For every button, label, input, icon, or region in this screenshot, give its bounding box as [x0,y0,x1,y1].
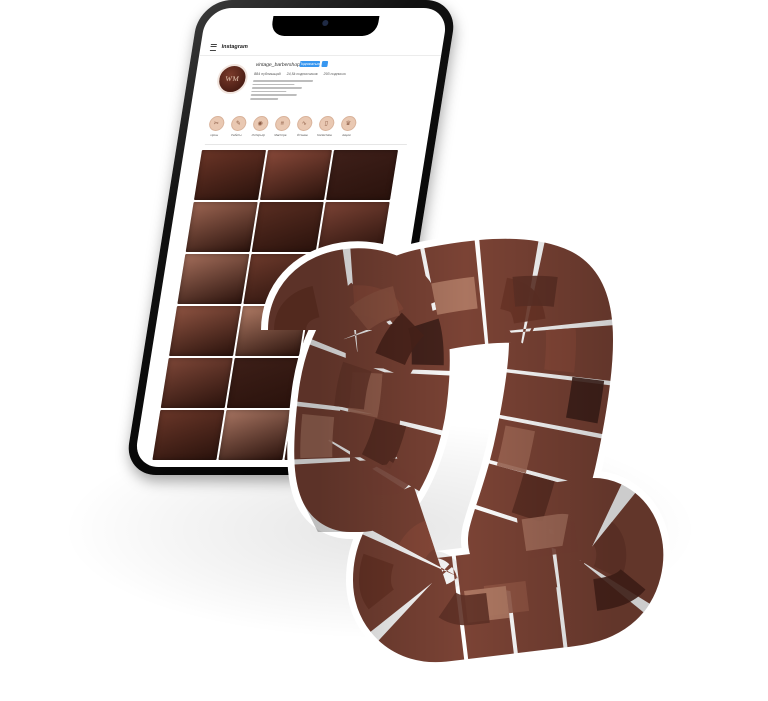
profile-stats: 884 публикаций 24,5k подписчиков 293 под… [254,72,346,76]
following-count[interactable]: 293 подписок [323,72,346,76]
bio-line [252,80,313,82]
post-thumbnail[interactable] [260,150,332,200]
phone-mockup: Instagram WM vintage_barbershop Подписат… [124,0,458,475]
menu-icon[interactable] [209,43,218,51]
post-thumbnail[interactable] [235,306,308,356]
app-title: Instagram [221,44,249,50]
app-header: Instagram [209,40,433,54]
post-thumbnail[interactable] [309,254,382,304]
post-thumbnail[interactable] [301,306,374,356]
more-options-button[interactable] [321,61,329,67]
mustache-icon: ∿ [295,116,313,131]
story-highlight-label: Отзывы [296,133,309,137]
phone-notch [270,16,380,36]
tabs-divider [204,144,407,145]
avatar[interactable]: WM [214,64,250,94]
bio-line [251,87,303,89]
post-thumbnail[interactable] [152,410,225,460]
header-divider [199,55,442,56]
post-thumbnail[interactable] [160,358,233,408]
story-highlight[interactable]: ≡ Мастера [271,116,291,144]
phone-screen: Instagram WM vintage_barbershop Подписат… [133,8,449,467]
username: vintage_barbershop [255,62,301,68]
follow-button[interactable]: Подписаться [299,61,321,67]
post-thumbnail[interactable] [326,150,398,200]
story-highlight[interactable]: ▯ Косметика [315,116,335,144]
crown-icon: ♛ [339,116,357,131]
profile-header: WM vintage_barbershop Подписаться 884 пу… [206,61,426,122]
story-highlight-label: Цены [210,133,219,137]
bio-line [250,97,279,100]
story-highlight[interactable]: ✎ Работы [227,116,247,144]
followers-count[interactable]: 24,5k подписчиков [286,72,318,76]
posts-grid [152,150,398,460]
camera-icon: ◉ [251,116,269,131]
story-highlight-label: Мастера [274,133,287,137]
bio-line [251,90,287,93]
post-thumbnail[interactable] [251,202,324,252]
post-thumbnail[interactable] [226,358,299,408]
story-highlight-label: Интерьер [251,133,266,137]
profile-bio [250,80,323,102]
story-highlight[interactable]: ✂ Цены [205,116,225,144]
razor-icon: ✎ [229,116,247,131]
post-thumbnail[interactable] [169,306,242,356]
bottle-icon: ▯ [317,116,335,131]
story-highlight-label: Акции [341,133,351,137]
post-thumbnail[interactable] [317,202,390,252]
post-thumbnail[interactable] [218,410,291,460]
post-thumbnail[interactable] [194,150,266,200]
comb-icon: ≡ [273,116,291,131]
story-highlight[interactable]: ◉ Интерьер [249,116,269,144]
post-thumbnail[interactable] [292,358,365,408]
scissors-icon: ✂ [207,116,225,131]
story-highlight[interactable]: ∿ Отзывы [293,116,313,144]
story-highlight-label: Косметика [316,133,333,137]
post-thumbnail[interactable] [243,254,316,304]
bio-line [252,83,295,86]
post-thumbnail[interactable] [177,254,250,304]
posts-count: 884 публикаций [253,72,281,76]
story-highlights: ✂ Цены ✎ Работы ◉ Интерьер ≡ Мастера ∿ Отзывы ▯ Кос… [205,116,409,144]
story-highlight[interactable]: ♛ Акции [337,116,357,144]
product-mockup: Instagram WM vintage_barbershop Подписат… [0,0,768,701]
story-highlight-label: Работы [230,133,242,137]
post-thumbnail[interactable] [284,410,357,460]
bio-line [250,94,298,96]
post-thumbnail[interactable] [185,202,258,252]
